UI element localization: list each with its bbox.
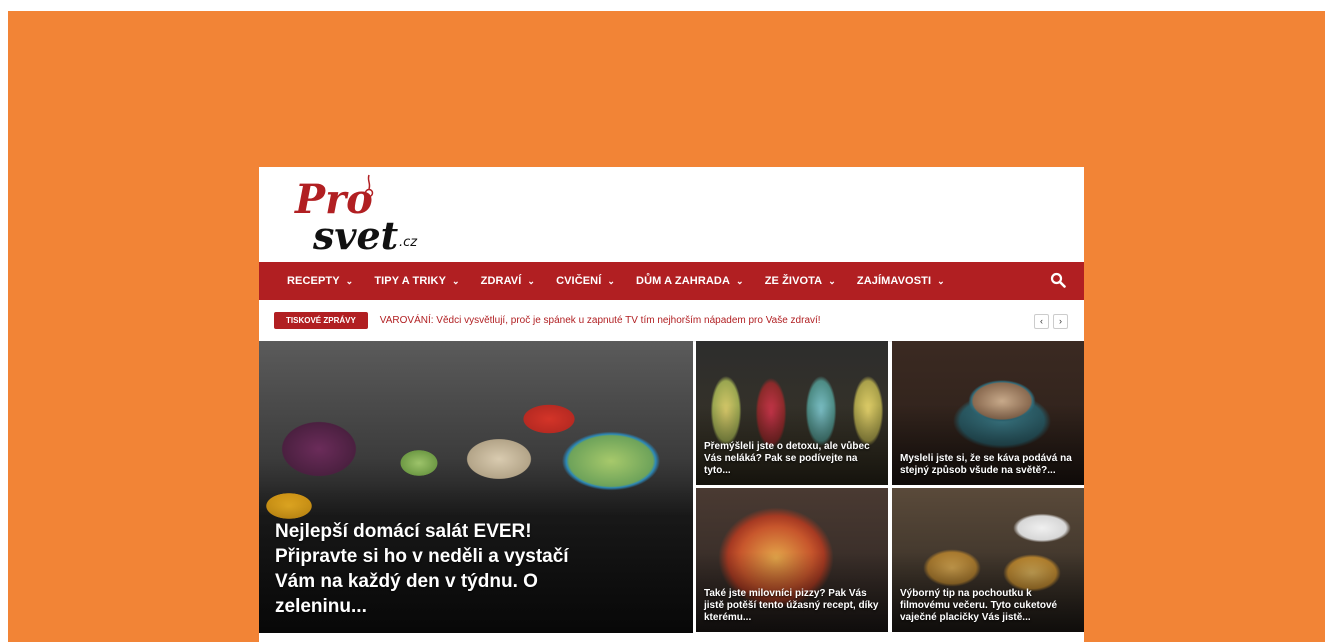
search-icon bbox=[1050, 272, 1066, 288]
website-frame: Pro svet .cz RECEPTY ⌄ TIPY A TRIKY ⌄ ZDRA… bbox=[259, 167, 1084, 642]
search-button[interactable] bbox=[1050, 272, 1066, 288]
svg-text:svet: svet bbox=[312, 213, 399, 258]
tile-article-title[interactable]: Mysleli jste si, že se káva podává na st… bbox=[900, 453, 1076, 477]
nav-label: CVIČENÍ bbox=[556, 275, 602, 287]
nav-label: DŮM A ZAHRADA bbox=[636, 275, 731, 287]
prosvet-logo-icon: Pro svet .cz bbox=[294, 174, 418, 258]
chevron-down-icon: ⌄ bbox=[527, 275, 536, 286]
featured-hero-article[interactable]: Nejlepší domácí salát EVER! Připravte si… bbox=[259, 341, 693, 633]
nav-item-cviceni[interactable]: CVIČENÍ ⌄ bbox=[556, 275, 615, 287]
nav-label: TIPY A TRIKY bbox=[374, 275, 447, 287]
featured-tile-zucchini[interactable]: Výborný tip na pochoutku k filmovému več… bbox=[892, 488, 1084, 632]
nav-item-ze-zivota[interactable]: ZE ŽIVOTA ⌄ bbox=[765, 275, 836, 287]
chevron-down-icon: ⌄ bbox=[607, 275, 616, 286]
nav-item-tipy-a-triky[interactable]: TIPY A TRIKY ⌄ bbox=[374, 275, 459, 287]
tile-article-title[interactable]: Výborný tip na pochoutku k filmovému več… bbox=[900, 588, 1076, 624]
chevron-down-icon: ⌄ bbox=[828, 275, 836, 286]
site-header: Pro svet .cz bbox=[259, 167, 1084, 261]
ticker-prev-button[interactable]: ‹ bbox=[1034, 314, 1049, 329]
ticker-controls: ‹ › bbox=[1030, 314, 1068, 329]
main-navigation: RECEPTY ⌄ TIPY A TRIKY ⌄ ZDRAVÍ ⌄ CVIČENÍ ⌄ … bbox=[259, 262, 1084, 300]
nav-item-zajimavosti[interactable]: ZAJÍMAVOSTI ⌄ bbox=[857, 275, 945, 287]
featured-grid: Nejlepší domácí salát EVER! Připravte si… bbox=[259, 341, 1084, 633]
site-logo[interactable]: Pro svet .cz bbox=[291, 171, 451, 259]
featured-tile-detox[interactable]: Přemýšleli jste o detoxu, ale vůbec Vás … bbox=[696, 341, 888, 485]
chevron-down-icon: ⌄ bbox=[345, 275, 354, 286]
chevron-down-icon: ⌄ bbox=[452, 275, 460, 286]
chevron-down-icon: ⌄ bbox=[736, 275, 744, 286]
hero-article-title[interactable]: Nejlepší domácí salát EVER! Připravte si… bbox=[275, 519, 613, 619]
featured-tile-pizza[interactable]: Také jste milovníci pizzy? Pak Vás jistě… bbox=[696, 488, 888, 632]
ticker-next-button[interactable]: › bbox=[1053, 314, 1068, 329]
featured-tile-coffee[interactable]: Mysleli jste si, že se káva podává na st… bbox=[892, 341, 1084, 485]
chevron-down-icon: ⌄ bbox=[937, 275, 945, 286]
ticker-headline-link[interactable]: VAROVÁNÍ: Vědci vysvětlují, proč je spán… bbox=[380, 315, 821, 326]
tile-article-title[interactable]: Přemýšleli jste o detoxu, ale vůbec Vás … bbox=[704, 441, 880, 477]
nav-label: ZE ŽIVOTA bbox=[764, 275, 823, 287]
nav-item-zdravi[interactable]: ZDRAVÍ ⌄ bbox=[481, 275, 535, 287]
nav-menu: RECEPTY ⌄ TIPY A TRIKY ⌄ ZDRAVÍ ⌄ CVIČENÍ ⌄ … bbox=[259, 262, 966, 300]
nav-item-recepty[interactable]: RECEPTY ⌄ bbox=[287, 275, 353, 287]
news-ticker: TISKOVÉ ZPRÁVY VAROVÁNÍ: Vědci vysvětluj… bbox=[259, 300, 1084, 342]
tile-article-title[interactable]: Také jste milovníci pizzy? Pak Vás jistě… bbox=[704, 588, 880, 624]
nav-label: RECEPTY bbox=[287, 275, 340, 287]
svg-text:.cz: .cz bbox=[399, 235, 418, 250]
nav-label: ZAJÍMAVOSTI bbox=[856, 275, 932, 287]
nav-item-dum-a-zahrada[interactable]: DŮM A ZAHRADA ⌄ bbox=[636, 275, 744, 287]
nav-label: ZDRAVÍ bbox=[480, 275, 522, 287]
ticker-badge[interactable]: TISKOVÉ ZPRÁVY bbox=[274, 312, 368, 329]
